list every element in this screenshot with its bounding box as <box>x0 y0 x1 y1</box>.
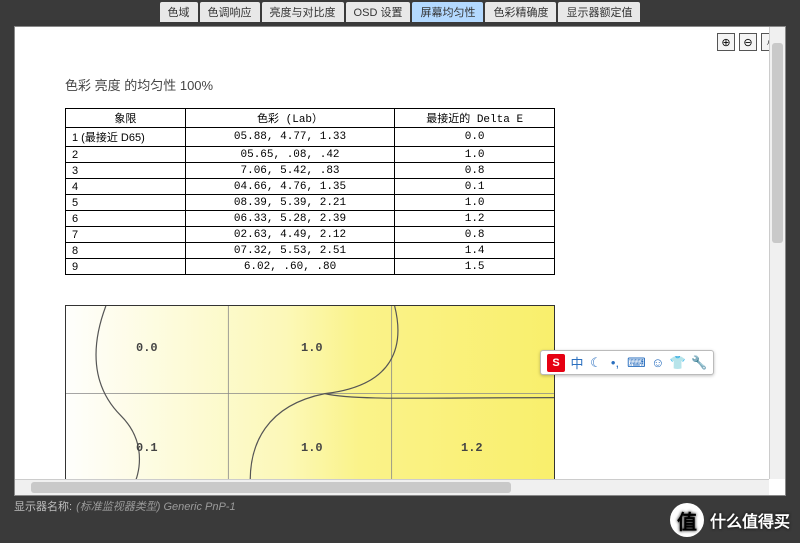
table-row: 404.66, 4.76, 1.350.1 <box>66 179 555 195</box>
ime-lang-toggle[interactable]: 中 <box>570 353 584 372</box>
ime-emoji-icon[interactable]: ☺ <box>651 355 665 370</box>
watermark: 值 什么值得买 <box>670 503 790 537</box>
zoom-in-button[interactable]: ⊕ <box>717 33 735 51</box>
cell-label: 1.2 <box>461 441 483 455</box>
scrollbar-thumb[interactable] <box>772 43 783 243</box>
watermark-text: 什么值得买 <box>710 508 790 532</box>
table-row: 606.33, 5.28, 2.391.2 <box>66 211 555 227</box>
table-row: 9 6.02, .60, .801.5 <box>66 259 555 275</box>
table-row: 205.65, .08, .421.0 <box>66 147 555 163</box>
ime-toolbar[interactable]: S 中 ☾ •, ⌨ ☺ 👕 🔧 <box>540 350 714 375</box>
table-row: 508.39, 5.39, 2.211.0 <box>66 195 555 211</box>
monitor-name: (标准监视器类型) Generic PnP-1 <box>76 498 236 514</box>
table-row: 3 7.06, 5.42, .830.8 <box>66 163 555 179</box>
cell-label: 0.0 <box>136 341 158 355</box>
ime-punct-toggle[interactable]: •, <box>608 355 622 370</box>
tab-gamut[interactable]: 色域 <box>160 2 198 22</box>
ime-settings-icon[interactable]: 🔧 <box>691 355 707 371</box>
ime-skin-icon[interactable]: 👕 <box>670 355 686 371</box>
zoom-out-button[interactable]: ⊖ <box>739 33 757 51</box>
th-deltae: 最接近的 Delta E <box>395 109 555 128</box>
watermark-badge-icon: 值 <box>670 503 704 537</box>
status-label: 显示器名称: <box>14 498 72 514</box>
cell-label: 1.0 <box>301 341 323 355</box>
ime-keyboard-icon[interactable]: ⌨ <box>627 355 646 371</box>
th-lab: 色彩 (Lab） <box>185 109 395 128</box>
section-heading: 色彩 亮度 的均匀性 100% <box>65 75 735 94</box>
cell-label: 1.0 <box>301 441 323 455</box>
sogou-logo-icon[interactable]: S <box>547 354 565 372</box>
tab-monitor-rating[interactable]: 显示器额定值 <box>558 2 640 22</box>
table-row: 1 (最接近 D65)05.88, 4.77, 1.330.0 <box>66 128 555 147</box>
tab-color-accuracy[interactable]: 色彩精确度 <box>485 2 556 22</box>
uniformity-table: 象限 色彩 (Lab） 最接近的 Delta E 1 (最接近 D65)05.8… <box>65 108 555 275</box>
th-quadrant: 象限 <box>66 109 186 128</box>
tab-bar: 色域 色调响应 亮度与对比度 OSD 设置 屏幕均匀性 色彩精确度 显示器额定值 <box>0 0 800 22</box>
report-body: 色彩 亮度 的均匀性 100% 象限 色彩 (Lab） 最接近的 Delta E… <box>15 27 785 495</box>
tab-brightness-contrast[interactable]: 亮度与对比度 <box>262 2 344 22</box>
vertical-scrollbar[interactable] <box>769 27 785 479</box>
table-body: 1 (最接近 D65)05.88, 4.77, 1.330.0 205.65, … <box>66 128 555 275</box>
horizontal-scrollbar[interactable] <box>15 479 769 495</box>
table-row: 807.32, 5.53, 2.511.4 <box>66 243 555 259</box>
scrollbar-thumb[interactable] <box>31 482 511 493</box>
table-row: 702.63, 4.49, 2.120.8 <box>66 227 555 243</box>
tab-tone-response[interactable]: 色调响应 <box>200 2 260 22</box>
tab-osd-settings[interactable]: OSD 设置 <box>346 2 411 22</box>
uniformity-heatmap: 0.0 1.0 0.1 1.0 1.2 <box>65 305 555 480</box>
ime-moon-icon[interactable]: ☾ <box>589 355 603 371</box>
content-frame: ⊕ ⊖ ⌕ 色彩 亮度 的均匀性 100% 象限 色彩 (Lab） 最接近的 D… <box>14 26 786 496</box>
tab-uniformity[interactable]: 屏幕均匀性 <box>412 2 483 22</box>
status-bar: 显示器名称: (标准监视器类型) Generic PnP-1 <box>14 498 236 514</box>
cell-label: 0.1 <box>136 441 158 455</box>
